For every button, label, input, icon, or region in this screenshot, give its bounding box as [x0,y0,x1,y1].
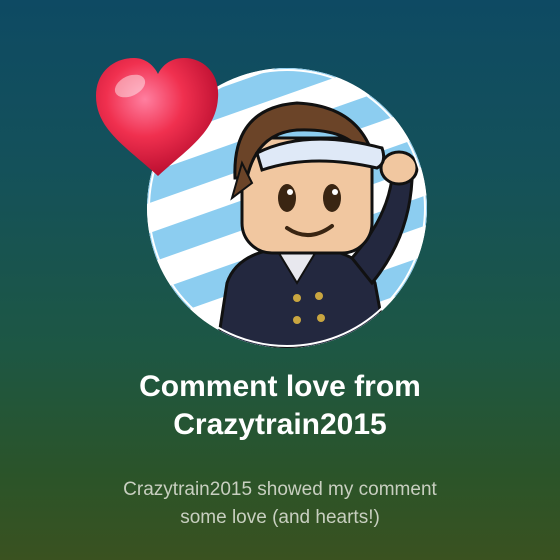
notification-message: Crazytrain2015 showed my comment some lo… [40,476,520,532]
heart-icon [96,58,219,176]
notification-card: Comment love from Crazytrain2015 Crazytr… [0,0,560,560]
message-line-1: Crazytrain2015 showed my comment [123,479,437,500]
title-line-1: Comment love from [139,370,421,403]
message-line-2: some love (and hearts!) [180,507,380,528]
notification-title: Comment love from Crazytrain2015 [40,368,520,444]
title-line-2: Crazytrain2015 [173,408,387,441]
